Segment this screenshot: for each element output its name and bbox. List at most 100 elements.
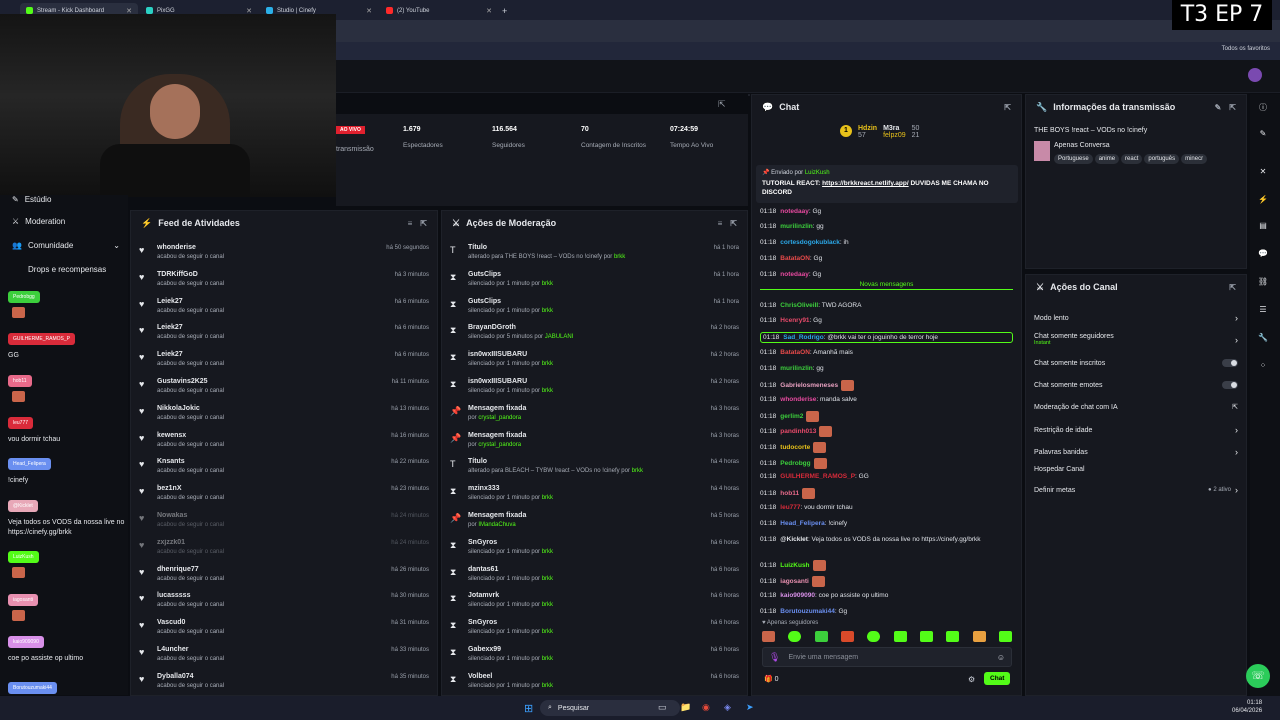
nav-estudio[interactable]: ✎ Estúdio — [12, 195, 51, 204]
chat-username[interactable]: kaio909090 — [780, 592, 815, 599]
chat-input[interactable]: 🎙 Envie uma mensagem ☺ — [762, 647, 1012, 667]
emote-icon[interactable] — [972, 631, 986, 642]
filter-icon[interactable]: ≡ — [718, 219, 723, 228]
close-icon[interactable]: ✕ — [366, 7, 372, 15]
chat-username[interactable]: LuizKush — [780, 562, 809, 569]
telegram-icon[interactable]: ➤ — [746, 702, 754, 713]
avatar[interactable] — [1248, 68, 1262, 82]
emoji-icon[interactable]: ☺ — [997, 653, 1005, 662]
emote-icon[interactable] — [814, 631, 828, 642]
chat-username[interactable]: Sad_Rodrigo — [783, 334, 823, 341]
popout-icon[interactable]: ⇱ — [1004, 103, 1011, 112]
action-row[interactable]: Definir metas ● 2 ativo › — [1034, 485, 1238, 495]
chat-username[interactable]: Gabrielosmeneses — [780, 382, 838, 389]
chat-username[interactable]: Head_Felipera — [780, 520, 824, 527]
chat-icon[interactable]: 💬 — [1254, 244, 1272, 262]
action-row[interactable]: Chat somente emotes — [1034, 381, 1238, 389]
discord-icon[interactable]: ◈ — [724, 702, 731, 713]
mic-icon[interactable]: 🎙 — [769, 652, 780, 663]
close-icon[interactable]: ✕ — [486, 7, 492, 15]
chat-username[interactable]: Pedrobgg — [780, 460, 810, 467]
toggle-switch[interactable] — [1222, 381, 1238, 389]
popout-icon[interactable]: ⇱ — [718, 99, 726, 110]
send-chat-button[interactable]: Chat — [984, 672, 1011, 685]
emote-icon[interactable] — [946, 631, 960, 642]
nav-moderation[interactable]: ⚔ Moderation — [12, 217, 65, 226]
tag-chip[interactable]: minecr — [1181, 154, 1208, 164]
emote-icon[interactable] — [998, 631, 1012, 642]
action-row[interactable]: Hospedar Canal — [1034, 466, 1238, 473]
actions-title: Ações do Canal — [1050, 282, 1118, 292]
edit-icon[interactable]: ✎ — [1254, 124, 1272, 142]
moderation-name: Título — [468, 244, 488, 251]
chat-username[interactable]: murilinzlin — [780, 223, 813, 230]
emote-icon[interactable] — [762, 631, 775, 642]
chat-username[interactable]: BatataON — [780, 255, 810, 262]
moderation-by: JABULANI — [544, 334, 574, 341]
bookmark-folder[interactable]: Todos os favoritos — [1222, 46, 1270, 52]
chat-username[interactable]: iagosanti — [780, 578, 809, 585]
action-row[interactable]: Moderação de chat com IA ⇱ — [1034, 403, 1238, 412]
card-icon[interactable]: ▤ — [1254, 216, 1272, 234]
action-row[interactable]: Modo lento › — [1034, 313, 1238, 323]
bolt-icon[interactable]: ⚡ — [1254, 190, 1272, 208]
emote-icon[interactable] — [788, 631, 802, 642]
chat-username[interactable]: pandinh013 — [780, 428, 816, 435]
list-icon[interactable]: ☰ — [1254, 300, 1272, 318]
chat-username[interactable]: BatataON — [780, 349, 810, 356]
close-icon[interactable]: ✕ — [1254, 162, 1272, 180]
chrome-icon[interactable]: ◉ — [702, 702, 710, 713]
windows-start-icon[interactable]: ⊞ — [524, 702, 533, 715]
apps-icon[interactable]: ⁘ — [1254, 356, 1272, 374]
popout-icon[interactable]: ⇱ — [420, 219, 427, 228]
emote-icon[interactable] — [867, 631, 881, 642]
pin-icon: 📌 — [450, 513, 462, 523]
link-icon[interactable]: ⛓ — [1254, 272, 1272, 290]
feed-sub: acabou de seguir o canal — [157, 602, 225, 609]
action-row[interactable]: Restrição de idade › — [1034, 425, 1238, 435]
nav-comunidade[interactable]: 👥 Comunidade ⌄ — [12, 241, 120, 250]
taskview-icon[interactable]: ▭ — [658, 702, 667, 713]
emote-icon[interactable] — [919, 631, 933, 642]
edit-icon[interactable]: ✎ — [1215, 103, 1222, 112]
popout-icon[interactable]: ⇱ — [1229, 103, 1236, 112]
chat-username[interactable]: Hcenry91 — [780, 317, 809, 324]
chat-username[interactable]: whonderise — [780, 396, 816, 403]
chat-username[interactable]: notedaay — [780, 208, 809, 215]
chat-username[interactable]: ChrisOliveiII — [780, 302, 818, 309]
chat-username[interactable]: notedaay — [780, 271, 809, 278]
action-row[interactable]: Chat somente inscritos — [1034, 359, 1238, 367]
wrench-icon[interactable]: 🔧 — [1254, 328, 1272, 346]
chat-username[interactable]: @Kicklet — [780, 536, 808, 543]
pinned-link[interactable]: https://brkkreact.netlify.app/ — [822, 180, 909, 187]
chat-username[interactable]: GUILHERME_RAMOS_P — [780, 473, 855, 480]
chat-text: : Gg — [809, 255, 823, 262]
popout-icon[interactable]: ⇱ — [730, 219, 737, 228]
toggle-switch[interactable] — [1222, 359, 1238, 367]
filter-icon[interactable]: ≡ — [408, 219, 413, 228]
support-button[interactable]: ☏ — [1246, 664, 1270, 688]
new-tab-button[interactable]: + — [496, 3, 513, 18]
tag-chip[interactable]: português — [1144, 154, 1180, 164]
folder-icon[interactable]: 📁 — [680, 702, 691, 713]
tag-chip[interactable]: react — [1121, 154, 1143, 164]
chat-username[interactable]: leu777 — [780, 504, 800, 511]
chat-username[interactable]: tudocorte — [780, 444, 810, 451]
pin-icon: 📌 — [450, 405, 462, 416]
emote-icon[interactable] — [840, 631, 854, 642]
settings-icon[interactable]: ⚙ — [968, 675, 975, 684]
emote-icon[interactable] — [893, 631, 907, 642]
chat-username[interactable]: murilinzlin — [780, 365, 813, 372]
chat-username[interactable]: Borutouzumaki44 — [780, 608, 835, 615]
action-row[interactable]: Chat somente seguidores Instant › — [1034, 333, 1238, 346]
action-row[interactable]: Palavras banidas › — [1034, 447, 1238, 457]
browser-tab[interactable]: (2) YouTube ✕ — [380, 3, 498, 18]
popout-icon[interactable]: ⇱ — [1229, 283, 1236, 292]
chat-username[interactable]: hob11 — [780, 490, 799, 497]
chat-username[interactable]: gerlim2 — [780, 413, 803, 420]
tag-chip[interactable]: anime — [1094, 154, 1120, 164]
chat-username[interactable]: cortesdogokublack — [780, 239, 840, 246]
nav-drops[interactable]: Drops e recompensas — [28, 265, 106, 274]
tag-chip[interactable]: Portuguese — [1054, 154, 1093, 164]
info-icon[interactable]: ⓘ — [1254, 98, 1272, 116]
